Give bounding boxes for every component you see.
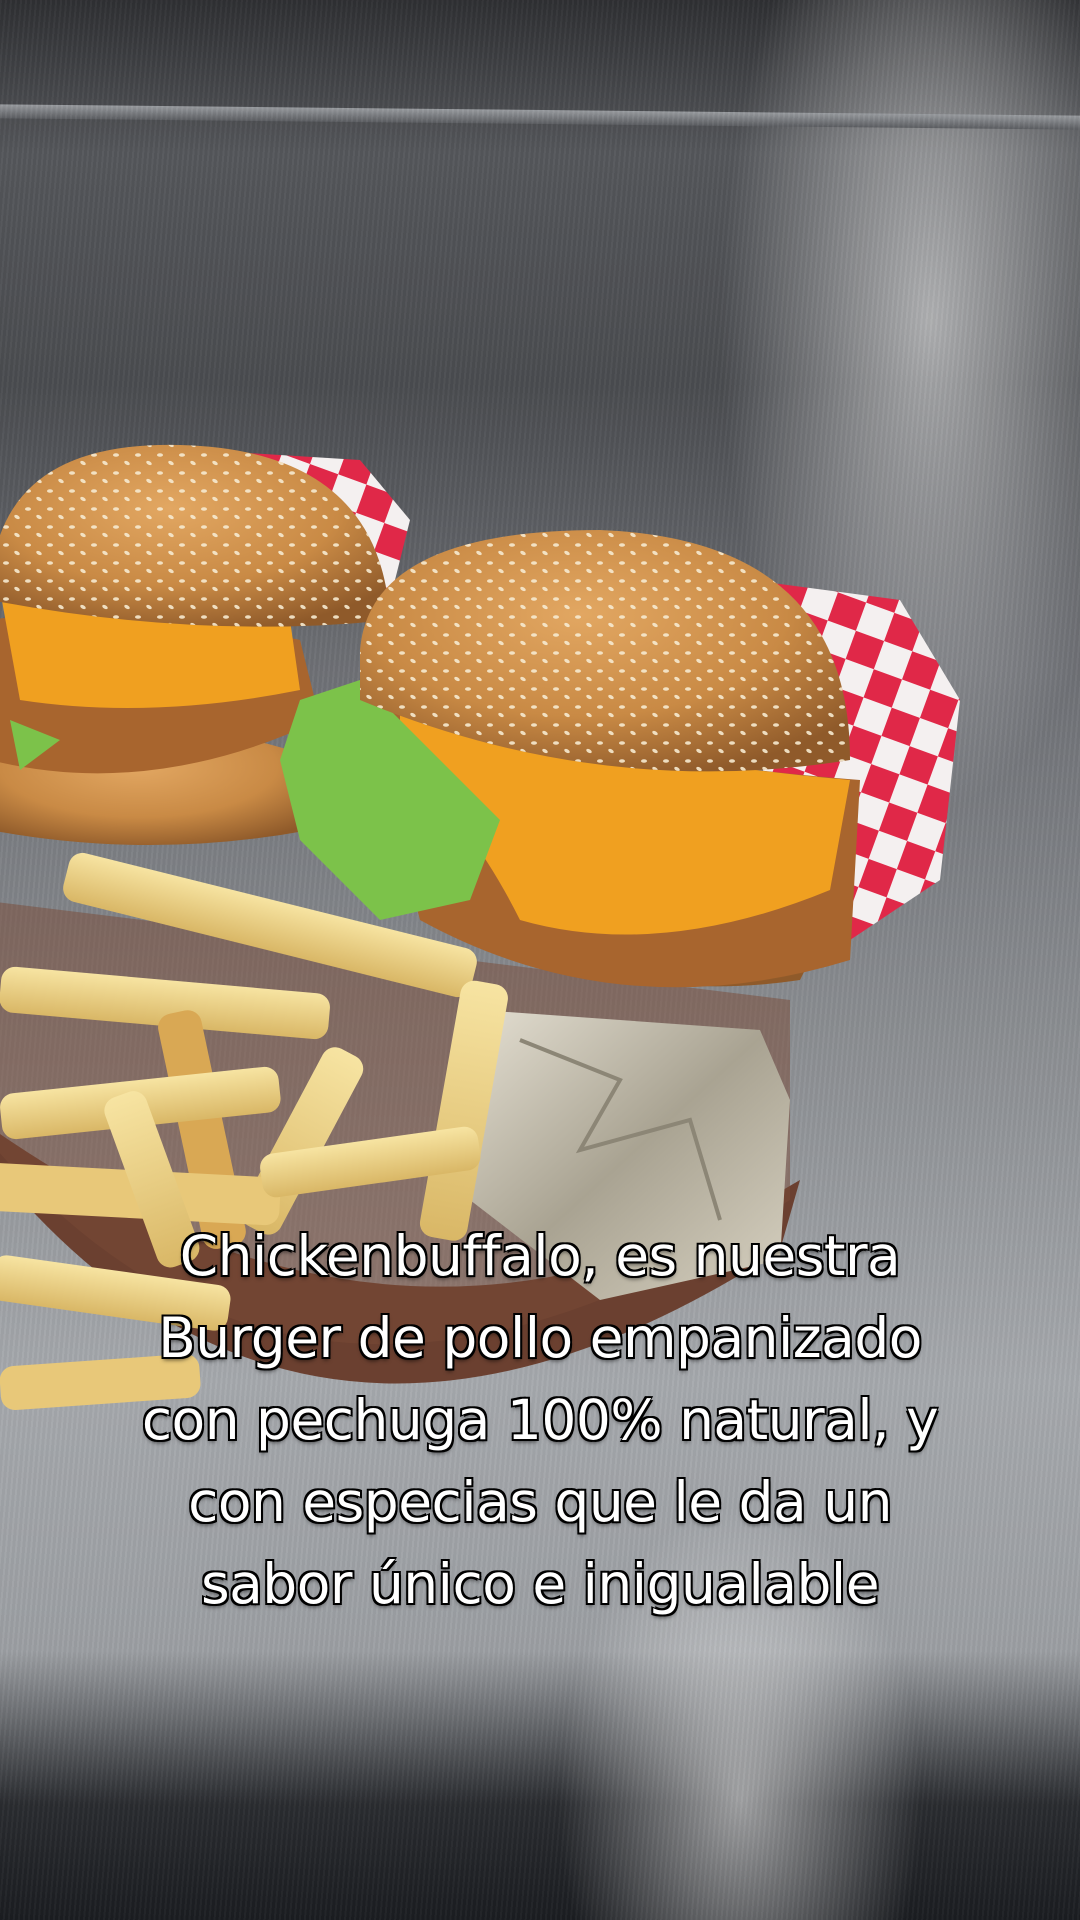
video-caption: Chickenbuffalo, es nuestra Burger de pol… bbox=[60, 1215, 1020, 1625]
caption-line-5: sabor único e inigualable bbox=[200, 1551, 880, 1617]
video-frame: Chickenbuffalo, es nuestra Burger de pol… bbox=[0, 0, 1080, 1920]
caption-line-4: con especias que le da un bbox=[187, 1469, 893, 1535]
caption-line-2: Burger de pollo empanizado bbox=[157, 1305, 923, 1371]
caption-line-1: Chickenbuffalo, es nuestra bbox=[179, 1223, 902, 1289]
food-photo bbox=[0, 444, 960, 1410]
caption-line-3: con pechuga 100% natural, y bbox=[141, 1387, 939, 1453]
